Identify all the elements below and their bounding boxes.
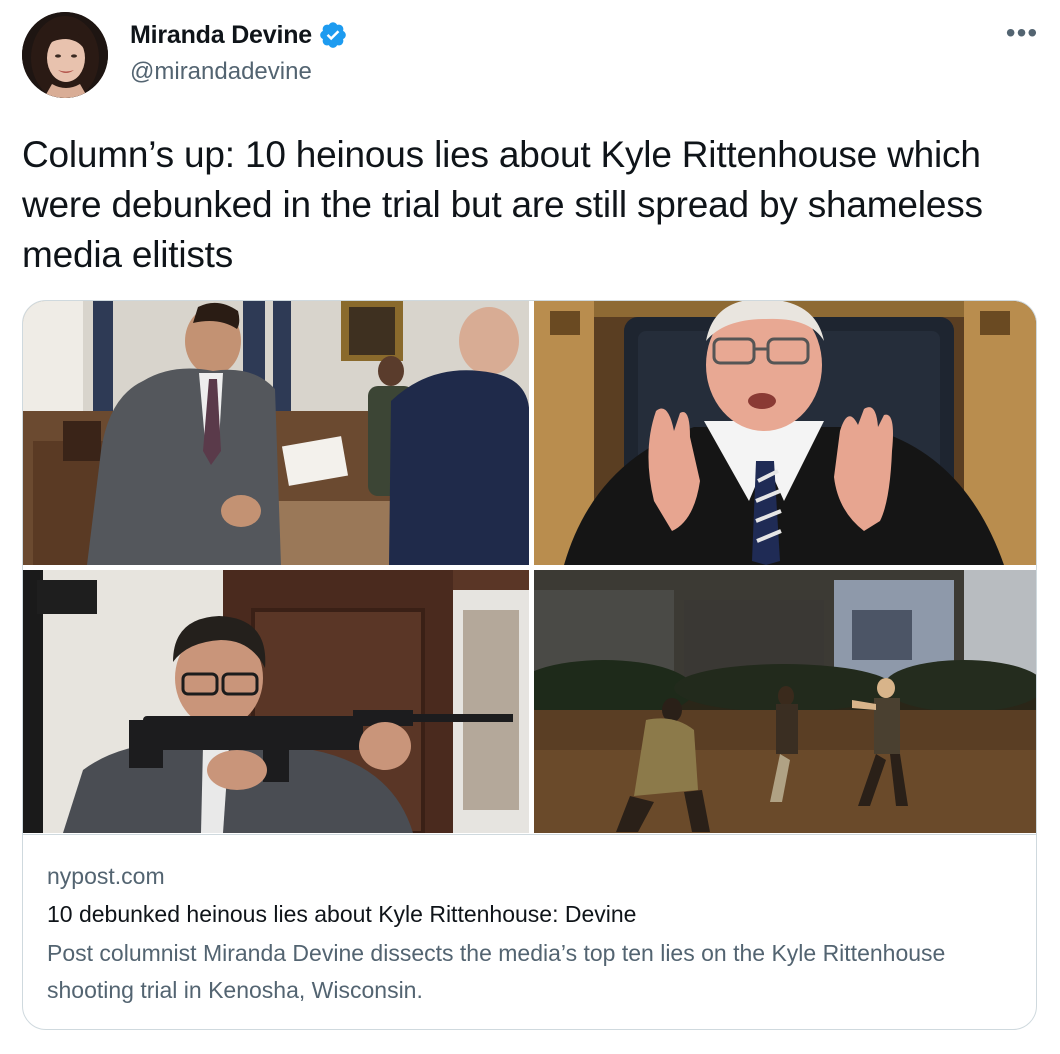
more-options-button[interactable]: ••• — [1004, 17, 1040, 56]
courtroom-defendant-photo[interactable] — [23, 301, 529, 565]
author-name-row[interactable]: Miranda Devine — [130, 20, 348, 50]
author-handle[interactable]: @mirandadevine — [130, 58, 312, 86]
prosecutor-with-rifle-photo[interactable] — [23, 570, 529, 833]
more-horizontal-icon: ••• — [1005, 17, 1039, 48]
card-image-grid[interactable] — [23, 301, 1036, 833]
profile-photo-icon — [22, 12, 108, 98]
verified-badge-icon — [318, 20, 348, 50]
night-street-video-still[interactable] — [534, 570, 1036, 833]
tweet: Miranda Devine @mirandadevine ••• Column… — [0, 0, 1060, 1054]
card-description: Post columnist Miranda Devine dissects t… — [47, 940, 946, 1003]
judge-photo[interactable] — [534, 301, 1036, 565]
link-preview-card[interactable]: nypost.com 10 debunked heinous lies abou… — [22, 300, 1037, 1030]
author-display-name[interactable]: Miranda Devine — [130, 21, 312, 50]
card-domain: nypost.com — [47, 863, 165, 889]
tweet-text: Column’s up: 10 heinous lies about Kyle … — [22, 134, 983, 275]
avatar[interactable] — [22, 12, 108, 98]
card-title: 10 debunked heinous lies about Kyle Ritt… — [47, 901, 637, 927]
card-text-area[interactable]: nypost.com 10 debunked heinous lies abou… — [23, 834, 1036, 1029]
